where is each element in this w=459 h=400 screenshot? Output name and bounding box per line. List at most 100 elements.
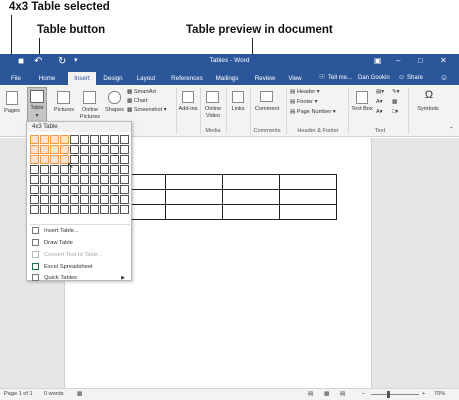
print-layout-icon[interactable]: ▩	[324, 391, 329, 397]
symbols-icon[interactable]: Ω	[418, 89, 440, 101]
grid-cell[interactable]	[110, 145, 119, 154]
excel-spreadsheet-menu-item[interactable]: Excel Spreadsheet	[30, 262, 130, 273]
smiley-icon[interactable]: ☺	[440, 71, 448, 85]
smartart-button[interactable]: ▩ SmartArt	[127, 89, 156, 95]
grid-cell[interactable]	[120, 205, 129, 214]
online-pictures-button-label[interactable]: Online Pictures	[78, 107, 102, 121]
table-preview-cell[interactable]	[222, 174, 280, 190]
grid-cell-selected[interactable]	[50, 155, 59, 164]
zoom-in-icon[interactable]: +	[422, 391, 425, 397]
draw-table-menu-item[interactable]: Draw Table	[30, 238, 130, 249]
grid-cell[interactable]	[80, 205, 89, 214]
grid-cell[interactable]	[110, 175, 119, 184]
grid-cell[interactable]	[80, 185, 89, 194]
grid-cell-selected[interactable]	[40, 155, 49, 164]
collapse-ribbon-icon[interactable]: ⌃	[449, 127, 454, 133]
screenshot-button[interactable]: ▩ Screenshot ▾	[127, 107, 167, 113]
grid-cell[interactable]	[100, 195, 109, 204]
grid-cell[interactable]	[40, 165, 49, 174]
grid-cell[interactable]	[90, 145, 99, 154]
grid-cell[interactable]	[70, 205, 79, 214]
grid-cell-selected[interactable]	[50, 145, 59, 154]
grid-cell[interactable]	[30, 185, 39, 194]
grid-cell[interactable]	[100, 175, 109, 184]
grid-cell[interactable]	[30, 175, 39, 184]
grid-cell[interactable]	[50, 205, 59, 214]
minimize-icon[interactable]: –	[396, 56, 400, 65]
grid-cell[interactable]	[40, 205, 49, 214]
tab-insert[interactable]: Insert	[68, 72, 96, 85]
pages-icon[interactable]	[6, 91, 18, 105]
user-name[interactable]: Dan Gookin	[358, 71, 390, 85]
grid-cell[interactable]	[100, 185, 109, 194]
table-preview-cell[interactable]	[279, 204, 337, 220]
table-preview-cell[interactable]	[165, 189, 223, 205]
grid-cell[interactable]	[100, 145, 109, 154]
pictures-button-label[interactable]: Pictures	[52, 107, 76, 113]
grid-cell-selected[interactable]	[60, 135, 69, 144]
grid-cell[interactable]	[80, 195, 89, 204]
table-preview-cell[interactable]	[222, 189, 280, 205]
zoom-slider[interactable]	[371, 394, 419, 395]
text-box-icon[interactable]	[356, 91, 368, 104]
insert-table-menu-item[interactable]: Insert Table...	[30, 226, 130, 237]
signature-line-icon[interactable]: ✎▾	[392, 89, 400, 95]
online-pictures-icon[interactable]	[83, 91, 96, 104]
grid-cell[interactable]	[70, 185, 79, 194]
grid-cell[interactable]	[60, 195, 69, 204]
grid-cell[interactable]	[50, 165, 59, 174]
shapes-button-label[interactable]: Shapes	[103, 107, 126, 113]
shapes-icon[interactable]	[108, 91, 121, 104]
grid-cell[interactable]	[70, 145, 79, 154]
grid-cell[interactable]	[120, 155, 129, 164]
proofing-icon[interactable]: ▩	[77, 391, 82, 397]
zoom-level[interactable]: 70%	[434, 391, 445, 397]
grid-cell[interactable]	[110, 155, 119, 164]
table-preview-cell[interactable]	[165, 174, 223, 190]
zoom-out-icon[interactable]: –	[362, 391, 365, 397]
grid-cell[interactable]	[120, 175, 129, 184]
quick-tables-menu-item[interactable]: Quick Tables ▶	[30, 273, 130, 284]
table-preview-cell[interactable]	[165, 204, 223, 220]
grid-cell[interactable]	[60, 185, 69, 194]
pages-button-label[interactable]: Pages	[2, 108, 22, 114]
web-layout-icon[interactable]: ▤	[340, 391, 345, 397]
grid-cell[interactable]	[90, 175, 99, 184]
ribbon-display-icon[interactable]: ▣	[374, 56, 382, 65]
wordart-icon[interactable]: A▾	[376, 99, 383, 105]
read-mode-icon[interactable]: ▤	[308, 391, 313, 397]
tab-layout[interactable]: Layout	[133, 72, 159, 85]
grid-cell[interactable]	[70, 175, 79, 184]
grid-cell[interactable]	[90, 165, 99, 174]
table-preview-cell[interactable]	[222, 204, 280, 220]
zoom-slider-thumb[interactable]	[387, 391, 390, 398]
footer-button[interactable]: ▤ Footer ▾	[290, 99, 317, 105]
close-icon[interactable]: ✕	[440, 56, 447, 65]
grid-cell[interactable]	[100, 205, 109, 214]
grid-cell[interactable]	[80, 155, 89, 164]
grid-cell[interactable]	[120, 185, 129, 194]
online-video-button-label[interactable]: Online Video	[202, 106, 224, 120]
grid-cell[interactable]	[60, 205, 69, 214]
grid-cell[interactable]	[80, 145, 89, 154]
page-count[interactable]: Page 1 of 1	[4, 391, 33, 397]
quick-parts-icon[interactable]: ▤▾	[376, 89, 384, 95]
grid-cell-selected[interactable]	[40, 145, 49, 154]
grid-cell[interactable]	[80, 175, 89, 184]
page-number-button[interactable]: ▤ Page Number ▾	[290, 109, 336, 115]
grid-cell[interactable]	[80, 135, 89, 144]
grid-cell[interactable]	[90, 205, 99, 214]
grid-cell-selected[interactable]	[30, 145, 39, 154]
grid-cell[interactable]	[40, 175, 49, 184]
symbols-button-label[interactable]: Symbols	[412, 106, 444, 112]
comment-button-label[interactable]: Comment	[252, 106, 282, 112]
table-preview-cell[interactable]	[279, 189, 337, 205]
grid-cell[interactable]	[90, 195, 99, 204]
chart-button[interactable]: ▩ Chart	[127, 98, 148, 104]
object-icon[interactable]: □▾	[392, 109, 398, 115]
grid-cell[interactable]	[40, 185, 49, 194]
tab-view[interactable]: View	[284, 72, 306, 85]
grid-cell[interactable]	[30, 205, 39, 214]
text-box-button-label[interactable]: Text Box	[351, 106, 373, 113]
grid-cell[interactable]	[80, 165, 89, 174]
